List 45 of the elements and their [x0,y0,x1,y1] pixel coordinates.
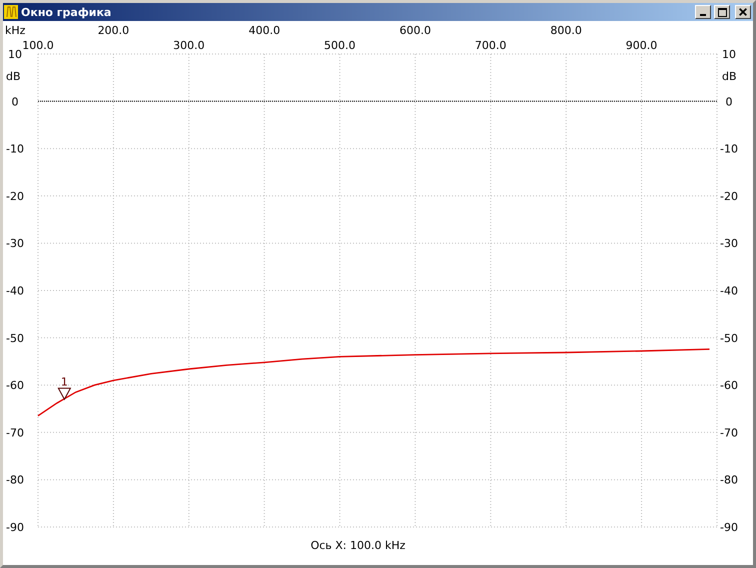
close-button[interactable] [735,5,751,19]
tick-label: 0 [726,95,732,108]
tick-label: -30 [6,237,24,250]
tick-label: 700.0 [474,39,506,52]
tick-label: -70 [720,426,738,440]
axis-unit: kHz [5,24,26,37]
tick-label: 100.0 [22,39,54,52]
tick-label: -50 [720,332,738,345]
axis-unit: dB [6,70,21,83]
tick-label: 300.0 [173,39,205,52]
tick-label: 900.0 [626,39,658,52]
marker-icon [58,388,72,400]
tick-label: 500.0 [324,39,356,52]
tick-label: -80 [6,474,24,487]
tick-label: 10 [722,48,736,61]
maximize-button[interactable] [714,5,730,19]
tick-label: 10 [8,48,22,61]
tick-label: -50 [6,332,24,345]
tick-label: -20 [6,190,24,203]
scale-label: 400.0 [248,24,280,37]
scale-label: 600.0 [399,24,431,37]
window-title: Окно графика [21,6,112,18]
minimize-icon [700,14,706,16]
tick-label: -10 [6,142,24,156]
tick-label: -10 [720,142,738,156]
axis-unit: dB [722,70,737,83]
tick-label: -80 [720,474,738,487]
tick-label: -90 [6,521,24,534]
tick-label: -40 [720,284,738,298]
marker-label: 1 [60,375,68,388]
tick-label: -90 [720,521,738,534]
tick-label: -40 [6,284,24,298]
scale-label: 200.0 [98,24,130,37]
close-icon [739,8,747,16]
status-text: Ось X: 100.0 kHz [310,539,406,552]
tick-label: 0 [12,95,18,108]
tick-label: -60 [6,379,24,392]
tick-label: -30 [720,237,738,250]
tick-label: -70 [6,426,24,440]
minimize-button[interactable] [695,5,711,19]
maximize-icon [718,8,726,16]
scale-label: 800.0 [550,24,582,37]
tick-label: -60 [720,379,738,392]
tick-label: -20 [720,190,738,203]
app-icon [4,5,18,19]
